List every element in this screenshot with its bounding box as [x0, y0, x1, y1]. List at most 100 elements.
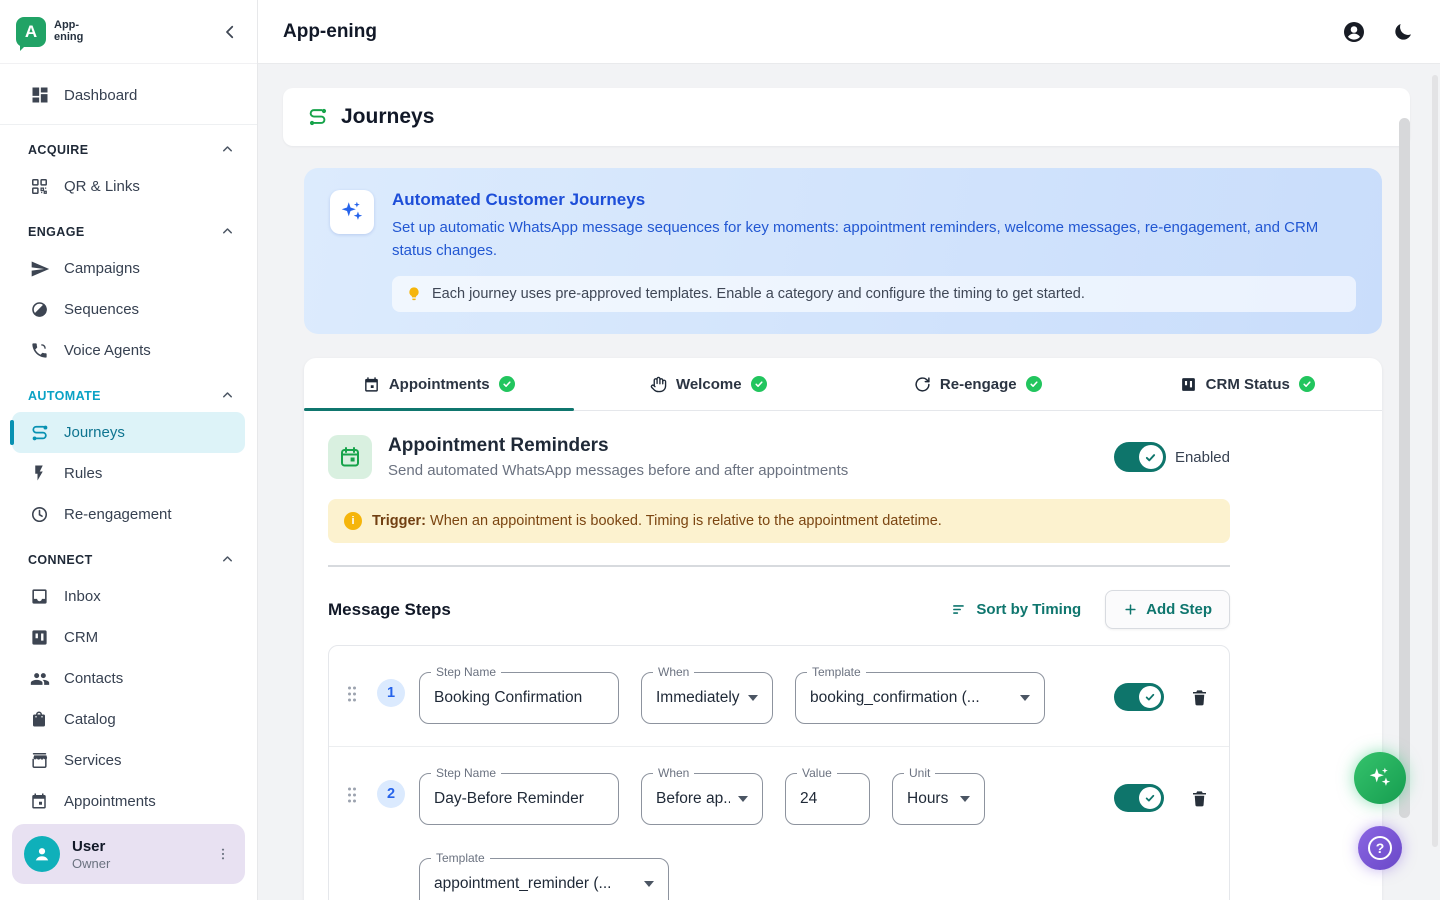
field-label: When: [653, 665, 694, 679]
value-input[interactable]: [800, 790, 855, 808]
phone-icon: [30, 341, 50, 361]
sidebar-item-re-engagement[interactable]: Re-engagement: [12, 494, 245, 535]
drag-handle-icon[interactable]: [345, 785, 359, 805]
tab-welcome[interactable]: Welcome: [574, 358, 844, 410]
steps-list: 1 Step Name When Immediately: [328, 645, 1230, 900]
template-select[interactable]: Template booking_confirmation (...: [795, 672, 1045, 724]
step-enabled-toggle[interactable]: [1114, 683, 1164, 711]
sidebar-item-journeys[interactable]: Journeys: [12, 412, 245, 453]
refresh-icon: [914, 376, 931, 393]
user-menu-icon[interactable]: [211, 842, 235, 866]
calendar-icon: [30, 792, 50, 812]
banner-tip-text: Each journey uses pre-approved templates…: [432, 286, 1085, 302]
banner-tip: Each journey uses pre-approved templates…: [392, 276, 1356, 312]
help-fab[interactable]: ?: [1358, 826, 1402, 870]
section-connect[interactable]: CONNECT: [12, 535, 245, 576]
field-label: Step Name: [431, 766, 501, 780]
when-select[interactable]: When Before ap...: [641, 773, 763, 825]
sidebar-nav: Dashboard ACQUIRE QR & Links ENGAGE Camp…: [0, 64, 257, 812]
sidebar-item-label: Services: [64, 752, 122, 769]
brand-name: App- ening: [54, 20, 83, 43]
ai-assistant-fab[interactable]: [1354, 752, 1406, 804]
divider: [328, 565, 1230, 567]
template-select[interactable]: Template appointment_reminder (...: [419, 858, 669, 900]
drag-handle-icon[interactable]: [345, 684, 359, 704]
calendar-check-icon: [328, 435, 372, 479]
check-badge-icon: [1299, 376, 1315, 392]
step-row: 2 Step Name When Before ap...: [329, 746, 1229, 900]
section-engage[interactable]: ENGAGE: [12, 207, 245, 248]
chevron-down-icon: [748, 695, 758, 701]
sidebar-item-dashboard[interactable]: Dashboard: [12, 72, 245, 118]
sidebar-item-qr-links[interactable]: QR & Links: [12, 166, 245, 207]
content-scrollbar[interactable]: [1399, 118, 1410, 818]
collapse-sidebar-icon[interactable]: [221, 23, 239, 41]
sort-icon: [951, 601, 968, 618]
sidebar-item-services[interactable]: Services: [12, 740, 245, 781]
sidebar-item-contacts[interactable]: Contacts: [12, 658, 245, 699]
clock-icon: [30, 505, 50, 525]
half-circle-icon: [30, 300, 50, 320]
sidebar-item-catalog[interactable]: Catalog: [12, 699, 245, 740]
delete-step-icon[interactable]: [1190, 789, 1209, 808]
enabled-label: Enabled: [1175, 449, 1230, 466]
sidebar-item-label: Campaigns: [64, 260, 140, 277]
journey-header: Appointment Reminders Send automated Wha…: [328, 435, 1230, 479]
banner-title: Automated Customer Journeys: [392, 190, 1356, 210]
sidebar-item-appointments[interactable]: Appointments: [12, 781, 245, 812]
add-step-button[interactable]: Add Step: [1105, 590, 1230, 629]
scroll-region: Automated Customer Journeys Set up autom…: [283, 168, 1410, 900]
user-card[interactable]: User Owner: [12, 824, 245, 884]
sidebar-item-campaigns[interactable]: Campaigns: [12, 248, 245, 289]
check-badge-icon: [499, 376, 515, 392]
sidebar-item-crm[interactable]: CRM: [12, 617, 245, 658]
section-acquire[interactable]: ACQUIRE: [12, 125, 245, 166]
section-automate[interactable]: AUTOMATE: [12, 371, 245, 412]
sidebar-item-label: Catalog: [64, 711, 116, 728]
sidebar-item-sequences[interactable]: Sequences: [12, 289, 245, 330]
sidebar-item-voice-agents[interactable]: Voice Agents: [12, 330, 245, 371]
kanban-icon: [30, 628, 50, 648]
steps-header: Message Steps Sort by Timing Add Step: [328, 590, 1230, 629]
sidebar-item-label: Contacts: [64, 670, 123, 687]
sort-by-timing-button[interactable]: Sort by Timing: [951, 601, 1081, 618]
field-label: Step Name: [431, 665, 501, 679]
enable-control: Enabled: [1114, 442, 1230, 472]
appointments-panel: Appointment Reminders Send automated Wha…: [304, 411, 1254, 900]
tab-crm-status[interactable]: CRM Status: [1113, 358, 1383, 410]
step-name-field[interactable]: Step Name: [419, 672, 619, 724]
lightbulb-icon: [406, 286, 422, 302]
route-icon: [30, 423, 50, 443]
sidebar-item-inbox[interactable]: Inbox: [12, 576, 245, 617]
dashboard-icon: [30, 85, 50, 105]
journey-enabled-toggle[interactable]: [1114, 442, 1166, 472]
when-select[interactable]: When Immediately: [641, 672, 773, 724]
tab-appointments[interactable]: Appointments: [304, 358, 574, 410]
journey-subtitle: Send automated WhatsApp messages before …: [388, 462, 1098, 479]
dark-mode-moon-icon[interactable]: [1392, 21, 1414, 43]
page-scrollbar[interactable]: [1432, 75, 1438, 847]
field-label: Template: [431, 851, 490, 865]
kanban-icon: [1180, 376, 1197, 393]
step-name-field[interactable]: Step Name: [419, 773, 619, 825]
step-enabled-toggle[interactable]: [1114, 784, 1164, 812]
toggle-check-icon: [1139, 445, 1163, 469]
tab-re-engage[interactable]: Re-engage: [843, 358, 1113, 410]
journey-titles: Appointment Reminders Send automated Wha…: [388, 435, 1098, 479]
page-title-bar: Journeys: [283, 88, 1410, 146]
main-content: Journeys Automated Customer Journeys Set…: [258, 64, 1440, 900]
sidebar-footer: User Owner: [0, 812, 257, 900]
wave-hand-icon: [650, 376, 667, 393]
account-icon[interactable]: [1342, 20, 1366, 44]
value-field[interactable]: Value: [785, 773, 870, 825]
field-label: When: [653, 766, 694, 780]
step-actions: [1114, 683, 1209, 711]
inbox-icon: [30, 587, 50, 607]
delete-step-icon[interactable]: [1190, 688, 1209, 707]
sidebar-item-rules[interactable]: Rules: [12, 453, 245, 494]
step-name-input[interactable]: [434, 790, 604, 808]
tab-label: Appointments: [389, 376, 490, 393]
step-name-input[interactable]: [434, 689, 604, 707]
step-fields: Step Name When Before ap... Value: [419, 767, 1086, 900]
unit-select[interactable]: Unit Hours: [892, 773, 985, 825]
